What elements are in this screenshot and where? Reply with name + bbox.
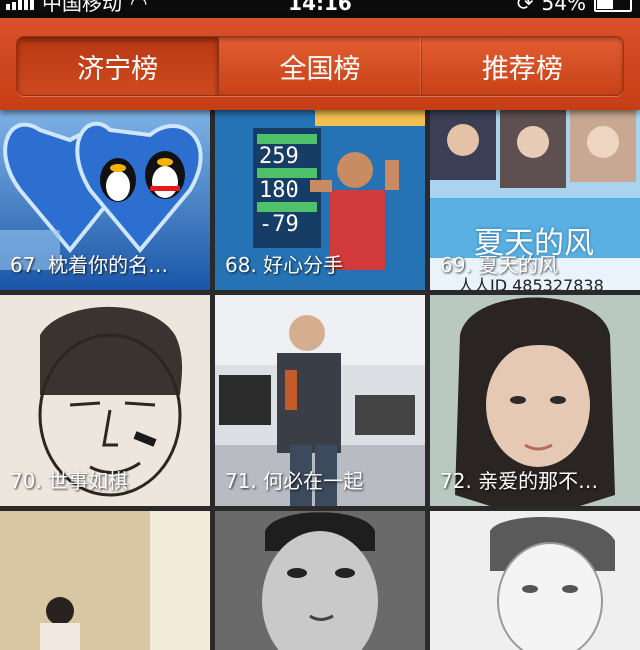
tab-recommended-ranking[interactable]: 推荐榜 <box>422 37 623 95</box>
ranking-segmented-control: 济宁榜 全国榜 推荐榜 <box>16 36 624 96</box>
song-tile[interactable] <box>0 511 210 650</box>
battery-icon <box>594 0 632 12</box>
song-title: 67. 枕着你的名… <box>10 253 169 277</box>
song-tile[interactable]: 67. 枕着你的名… <box>0 110 210 290</box>
song-title: 72. 亲爱的那不… <box>440 469 599 493</box>
status-right: ⟳ 54% <box>516 0 632 15</box>
score-value: -79 <box>259 212 299 237</box>
tile-artwork-room <box>0 511 210 650</box>
score-value: 180 <box>259 178 299 203</box>
rotation-lock-icon: ⟳ <box>516 0 534 15</box>
song-tile[interactable]: 71. 何必在一起 <box>215 295 425 506</box>
song-tile[interactable]: 夏天的风 人人ID 485327838 69. 夏天的风 <box>430 110 640 290</box>
song-title: 68. 好心分手 <box>225 253 344 277</box>
tab-national-ranking[interactable]: 全国榜 <box>219 37 422 95</box>
song-tile[interactable]: 259 180 -79 68. 好心分手 <box>215 110 425 290</box>
battery-percent: 54% <box>541 0 586 15</box>
song-tile[interactable]: 72. 亲爱的那不… <box>430 295 640 506</box>
scoreboard: 259 180 -79 <box>259 140 299 242</box>
song-tile[interactable]: 70. 世事如棋 <box>0 295 210 506</box>
song-tile[interactable] <box>430 511 640 650</box>
tile-artwork-bw-sketch <box>430 511 640 650</box>
status-bar: 中国移动 ◠ 14:16 ⟳ 54% <box>0 0 640 18</box>
score-value: 259 <box>259 144 299 169</box>
tile-artwork-bw-portrait <box>215 511 425 650</box>
song-title: 70. 世事如棋 <box>10 469 129 493</box>
tab-jining-ranking[interactable]: 济宁榜 <box>17 37 220 95</box>
song-tile[interactable] <box>215 511 425 650</box>
song-title: 69. 夏天的风 <box>440 253 559 277</box>
song-title: 71. 何必在一起 <box>225 469 364 493</box>
top-navigation-bar: 济宁榜 全国榜 推荐榜 <box>0 18 640 110</box>
